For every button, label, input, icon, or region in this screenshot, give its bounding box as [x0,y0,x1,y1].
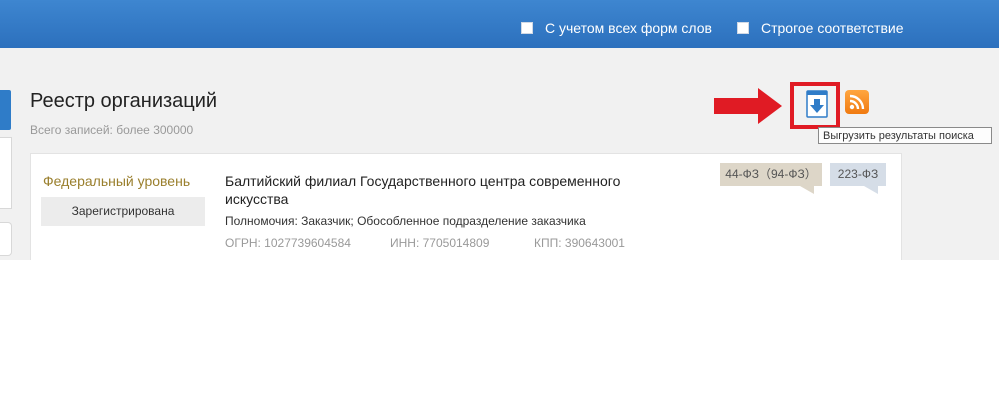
strict-match-checkbox[interactable] [737,22,749,34]
red-arrow-annotation [714,88,782,124]
law-badge-44-tail [800,186,814,194]
all-word-forms-checkbox[interactable] [521,22,533,34]
law-badge-44-label: 44-ФЗ（94-ФЗ） [725,167,817,181]
left-panel-tab[interactable] [0,137,12,209]
kpp-value: КПП: 390643001 [534,236,625,250]
status-badge: Зарегистрирована [41,197,205,226]
all-word-forms-option[interactable]: С учетом всех форм слов [521,19,712,37]
organization-name-link[interactable]: Балтийский филиал Государственного центр… [225,172,645,208]
ogrn-value: ОГРН: 1027739604584 [225,236,351,250]
law-badge-223-label: 223-ФЗ [837,167,879,181]
inn-value: ИНН: 7705014809 [390,236,490,250]
records-count: Всего записей: более 300000 [30,123,194,137]
rss-icon[interactable] [845,90,869,114]
strict-match-label: Строгое соответствие [761,20,904,36]
download-document-icon[interactable] [806,90,828,118]
rss-glyph [849,94,865,110]
left-panel-tab-active[interactable] [0,90,11,130]
left-panel-button[interactable] [0,222,12,256]
organization-powers: Полномочия: Заказчик; Обособленное подра… [225,214,586,228]
strict-match-option[interactable]: Строгое соответствие [737,19,904,37]
page-title: Реестр организаций [30,90,218,112]
law-badge-223[interactable]: 223-ФЗ [830,163,886,194]
organization-level: Федеральный уровень [43,173,191,189]
all-word-forms-label: С учетом всех форм слов [545,20,712,36]
law-badge-223-tail [864,186,878,194]
law-badge-44[interactable]: 44-ФЗ（94-ФЗ） [720,163,822,194]
download-tooltip: Выгрузить результаты поиска [818,127,992,144]
page-viewport: С учетом всех форм слов Строгое соответс… [0,0,999,260]
organization-card[interactable]: Федеральный уровень Зарегистрирована Бал… [30,153,902,260]
top-search-bar: С учетом всех форм слов Строгое соответс… [0,0,999,48]
